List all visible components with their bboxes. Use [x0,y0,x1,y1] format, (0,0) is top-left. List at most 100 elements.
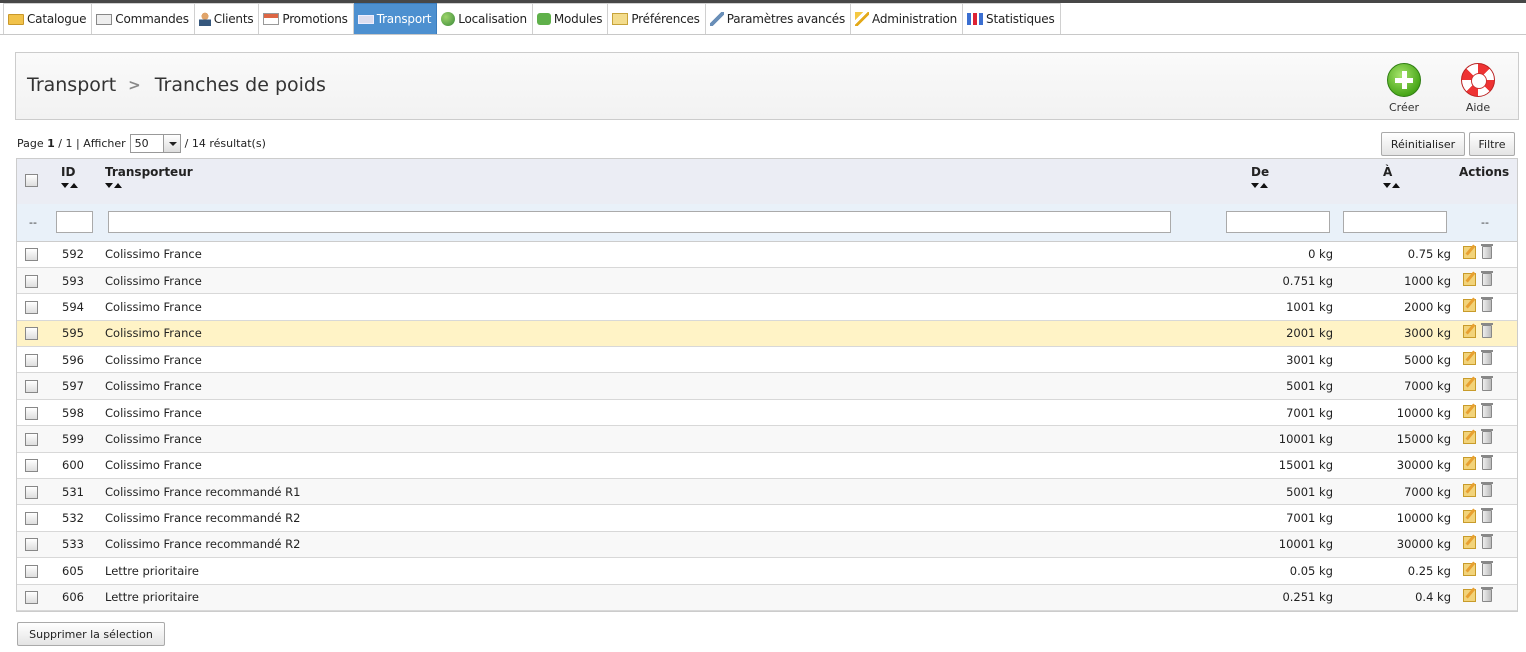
sort-arrows-icon[interactable] [1251,183,1333,191]
table-row[interactable]: 594 Colissimo France 1001 kg 2000 kg [17,293,1517,321]
id-filter-input[interactable] [56,211,93,234]
breadcrumb-parent[interactable]: Transport [27,74,116,96]
trash-icon[interactable] [1481,481,1493,497]
row-checkbox[interactable] [25,406,38,420]
table-row[interactable]: 593 Colissimo France 0.751 kg 1000 kg [17,267,1517,295]
table-row[interactable]: 531 Colissimo France recommandé R1 5001 kg… [17,478,1517,506]
table-row[interactable]: 598 Colissimo France 7001 kg 10000 kg [17,399,1517,427]
column-header-from[interactable]: De [1221,159,1333,204]
table-row[interactable]: 532 Colissimo France recommandé R2 7001 kg… [17,504,1517,532]
row-actions [1451,267,1517,295]
tab-transport[interactable]: Transport [353,3,438,34]
row-checkbox[interactable] [25,327,38,341]
help-button[interactable]: Aide [1453,63,1503,114]
row-from: 0 kg [1221,241,1333,268]
row-from: 1001 kg [1221,293,1333,321]
row-carrier: Lettre prioritaire [103,557,1221,585]
tab-localisation[interactable]: Localisation [437,3,533,34]
edit-icon[interactable] [1463,483,1476,497]
edit-icon[interactable] [1463,378,1476,392]
row-checkbox[interactable] [25,353,38,367]
per-page-select[interactable]: 50 [129,134,181,153]
edit-icon[interactable] [1463,510,1476,524]
table-row[interactable]: 533 Colissimo France recommandé R2 10001 k… [17,531,1517,559]
trash-icon[interactable] [1481,455,1493,471]
tab-catalogue[interactable]: Catalogue [3,3,93,34]
sort-arrows-icon[interactable] [61,183,103,191]
pagination-bar: Page 1 / 1 | Afficher 50 / 14 résultat(s… [17,134,266,153]
row-checkbox[interactable] [25,485,38,499]
tab-clients[interactable]: Clients [194,3,260,34]
breadcrumb-separator: > [128,76,141,94]
select-all-checkbox[interactable] [25,174,38,187]
trash-icon[interactable] [1481,296,1493,312]
row-checkbox[interactable] [25,248,38,262]
trash-icon[interactable] [1481,376,1493,392]
trash-icon[interactable] [1481,587,1493,603]
row-checkbox[interactable] [25,564,38,578]
row-checkbox[interactable] [25,459,38,473]
row-checkbox[interactable] [25,591,38,605]
row-checkbox[interactable] [25,512,38,526]
reset-button[interactable]: Réinitialiser [1381,132,1465,156]
tab-administration[interactable]: Administration [851,3,964,34]
row-actions [1451,452,1517,480]
edit-icon[interactable] [1463,246,1476,260]
trash-icon[interactable] [1481,349,1493,365]
column-header-to[interactable]: À [1333,159,1451,204]
create-button[interactable]: Créer [1379,63,1429,114]
table-row[interactable]: 595 Colissimo France 2001 kg 3000 kg [17,320,1517,348]
trash-icon[interactable] [1481,270,1493,286]
carrier-filter-input[interactable] [108,211,1171,234]
edit-icon[interactable] [1463,298,1476,312]
edit-icon[interactable] [1463,404,1476,418]
edit-icon[interactable] [1463,272,1476,286]
row-from: 7001 kg [1221,399,1333,427]
sort-arrows-icon[interactable] [105,183,1221,191]
sort-arrows-icon[interactable] [1383,183,1451,191]
tab-preferences[interactable]: Préférences [608,3,706,34]
filter-button[interactable]: Filtre [1469,132,1515,156]
table-row[interactable]: 596 Colissimo France 3001 kg 5000 kg [17,346,1517,374]
row-actions [1451,320,1517,348]
edit-icon[interactable] [1463,325,1476,339]
row-checkbox[interactable] [25,432,38,446]
to-filter-input[interactable] [1343,211,1447,234]
tab-parametres-avances[interactable]: Paramètres avancés [705,3,852,34]
tab-commandes[interactable]: Commandes [92,3,195,34]
trash-icon[interactable] [1481,244,1493,260]
row-actions [1451,557,1517,585]
column-header-id[interactable]: ID [53,159,103,204]
edit-icon[interactable] [1463,536,1476,550]
row-checkbox[interactable] [25,538,38,552]
trash-icon[interactable] [1481,428,1493,444]
edit-icon[interactable] [1463,457,1476,471]
table-row[interactable]: 606 Lettre prioritaire 0.251 kg 0.4 kg [17,584,1517,611]
table-row[interactable]: 600 Colissimo France 15001 kg 30000 kg [17,452,1517,480]
delete-selection-button[interactable]: Supprimer la sélection [17,622,165,646]
table-row[interactable]: 597 Colissimo France 5001 kg 7000 kg [17,372,1517,400]
tab-modules[interactable]: Modules [532,3,609,34]
row-checkbox[interactable] [25,380,38,394]
row-to: 5000 kg [1333,346,1451,374]
tab-statistiques[interactable]: Statistiques [963,3,1061,34]
from-filter-input[interactable] [1226,211,1330,234]
table-row[interactable]: 592 Colissimo France 0 kg 0.75 kg [17,241,1517,268]
edit-icon[interactable] [1463,562,1476,576]
edit-icon[interactable] [1463,430,1476,444]
row-checkbox[interactable] [25,300,38,314]
chevron-down-icon[interactable] [162,135,180,152]
tab-promotions[interactable]: Promotions [259,3,354,34]
table-row[interactable]: 599 Colissimo France 10001 kg 15000 kg [17,425,1517,453]
trash-icon[interactable] [1481,560,1493,576]
row-from: 0.751 kg [1221,267,1333,295]
trash-icon[interactable] [1481,534,1493,550]
trash-icon[interactable] [1481,323,1493,339]
column-header-carrier[interactable]: Transporteur [103,159,1221,204]
trash-icon[interactable] [1481,402,1493,418]
row-checkbox[interactable] [25,274,38,288]
table-row[interactable]: 605 Lettre prioritaire 0.05 kg 0.25 kg [17,557,1517,585]
edit-icon[interactable] [1463,589,1476,603]
edit-icon[interactable] [1463,351,1476,365]
trash-icon[interactable] [1481,508,1493,524]
